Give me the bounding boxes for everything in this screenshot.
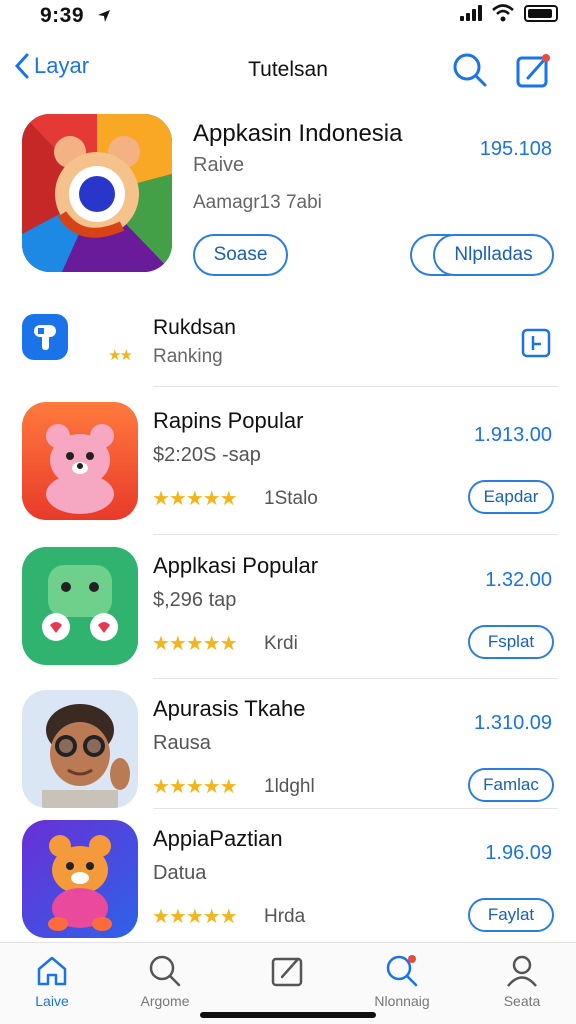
status-icons (460, 4, 558, 22)
featured-app-price: 195.108 (479, 138, 552, 160)
compose-icon[interactable] (514, 50, 554, 90)
app-stars: ★★★★★ (152, 906, 238, 928)
home-indicator[interactable] (200, 1012, 376, 1018)
tab-monitoring[interactable]: Nlonnaig (352, 953, 452, 1009)
wifi-icon (492, 4, 514, 22)
cellular-signal-icon (460, 5, 482, 21)
app-action-button[interactable]: Fsplat (468, 625, 554, 659)
app-name: Rapins Popular (153, 408, 304, 433)
app-name: Applkasi Popular (153, 553, 319, 578)
divider (153, 534, 558, 535)
app-row-1[interactable]: Rapins Popular $2:20S -sap ★★★★★ 1Stalo … (0, 402, 576, 542)
search-icon (149, 955, 181, 987)
featured-secondary-button[interactable]: Nlplladas (433, 234, 554, 276)
location-arrow-icon (98, 10, 110, 22)
ranking-section[interactable]: ★★ Rukdsan Ranking (0, 306, 576, 386)
ranking-title: Rukdsan (153, 316, 236, 339)
app-stars: ★★★★★ (152, 488, 238, 510)
status-bar: 9:39 (0, 0, 576, 40)
app-subtitle: Rausa (153, 732, 211, 754)
app-action-button[interactable]: Famlac (468, 768, 554, 802)
tab-profile[interactable]: Seata (472, 953, 572, 1009)
app-name: Apurasis Tkahe (153, 696, 306, 721)
frog-app-icon (22, 547, 138, 665)
avatar-app-icon (22, 690, 138, 808)
app-row-3[interactable]: Apurasis Tkahe Rausa ★★★★★ 1ldghl 1.310.… (0, 690, 576, 830)
app-price: 1.913.00 (474, 424, 552, 446)
app-subtitle: Datua (153, 862, 207, 884)
featured-app-name: Appkasin Indonesia (193, 120, 403, 147)
teddy-app-icon (22, 820, 138, 938)
tab-label: Laive (35, 993, 69, 1009)
divider (153, 386, 558, 387)
app-price: 1.310.09 (474, 712, 552, 734)
app-action-button[interactable]: Faylat (468, 898, 554, 932)
edit-icon (271, 957, 303, 987)
battery-icon (524, 4, 558, 22)
tab-search[interactable]: Argome (115, 953, 215, 1009)
tab-label: Nlonnaig (374, 993, 430, 1009)
featured-app-icon (22, 114, 172, 272)
tab-label: Argome (140, 993, 190, 1009)
app-action-button[interactable]: Eapdar (468, 480, 554, 514)
app-rating-text: Krdi (264, 633, 298, 654)
home-icon (37, 956, 67, 986)
search-icon[interactable] (450, 50, 490, 90)
app-rating-text: 1Stalo (264, 488, 318, 509)
featured-app-subtitle: Raive (193, 154, 245, 176)
person-icon (507, 955, 537, 987)
featured-app-developer: Aamagr13 7abi (193, 192, 322, 213)
featured-primary-button[interactable]: Soase (193, 234, 288, 276)
ranking-detail-icon[interactable] (521, 328, 551, 358)
featured-app[interactable]: Appkasin Indonesia 195.108 Raive Aamagr1… (0, 110, 576, 280)
app-price: 1.32.00 (485, 569, 552, 591)
tab-label: Seata (503, 993, 541, 1009)
divider (153, 808, 558, 809)
navigation-bar: Layar Tutelsan (0, 44, 576, 100)
app-subtitle: $2:20S -sap (153, 444, 261, 466)
app-rating-text: Hrda (264, 906, 306, 927)
bear-app-icon (22, 402, 138, 520)
app-row-2[interactable]: Applkasi Popular $,296 tap ★★★★★ Krdi 1.… (0, 547, 576, 687)
tab-home[interactable]: Laive (2, 953, 102, 1009)
app-row-4[interactable]: AppiaPaztian Datua ★★★★★ Hrda 1.96.09 Fa… (0, 820, 576, 960)
app-subtitle: $,296 tap (153, 589, 237, 611)
app-stars: ★★★★★ (152, 776, 238, 798)
app-rating-text: 1ldghl (264, 776, 315, 797)
app-name: AppiaPaztian (153, 826, 283, 851)
ranking-subtitle: Ranking (153, 346, 223, 367)
status-time: 9:39 (40, 4, 85, 27)
search-badge-icon (386, 955, 418, 987)
ranking-app-icon (22, 314, 68, 360)
tab-edit[interactable] (238, 953, 338, 993)
divider (153, 678, 558, 679)
app-stars: ★★★★★ (152, 633, 238, 655)
ranking-stars: ★★ (108, 347, 133, 364)
app-price: 1.96.09 (485, 842, 552, 864)
